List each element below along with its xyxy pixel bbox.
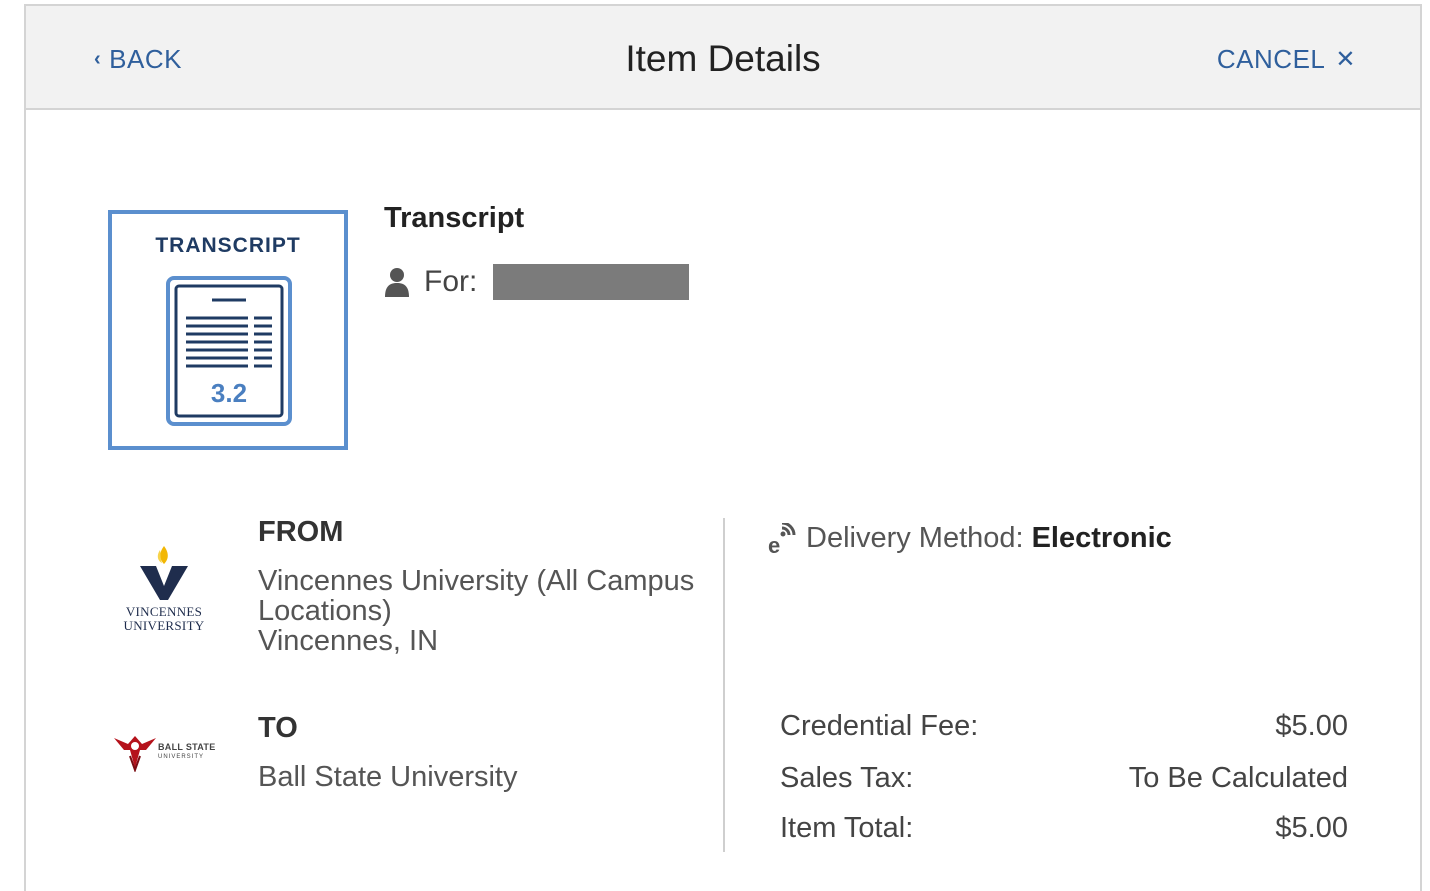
item-details-panel: ‹ BACK Item Details CANCEL ✕ TRANSCRIPT … bbox=[24, 4, 1422, 891]
from-heading: FROM bbox=[258, 516, 344, 548]
svg-text:e: e bbox=[768, 533, 780, 555]
vincennes-logo-line2: UNIVERSITY bbox=[123, 618, 205, 633]
delivery-method-value: Electronic bbox=[1031, 522, 1172, 554]
item-total-value: $5.00 bbox=[1275, 812, 1348, 844]
thumbnail-version: 3.2 bbox=[211, 378, 247, 408]
sales-tax-value: To Be Calculated bbox=[1128, 762, 1348, 794]
from-line3: Vincennes, IN bbox=[258, 625, 439, 657]
header-bar: ‹ BACK Item Details CANCEL ✕ bbox=[26, 6, 1420, 110]
for-label: For: bbox=[424, 265, 478, 298]
delivery-method-label: Delivery Method: bbox=[806, 522, 1024, 554]
cancel-label: CANCEL bbox=[1216, 43, 1326, 74]
sales-tax-label: Sales Tax: bbox=[780, 762, 914, 794]
ball-state-logo-line1: BALL STATE bbox=[158, 742, 216, 752]
section-divider bbox=[723, 518, 725, 852]
credential-fee-value: $5.00 bbox=[1275, 710, 1348, 742]
vincennes-flame-logo-icon bbox=[140, 546, 188, 600]
close-icon: ✕ bbox=[1335, 45, 1356, 73]
fee-row-item-total: Item Total: $5.00 bbox=[780, 812, 1348, 845]
for-row: For: bbox=[384, 264, 690, 300]
ball-state-logo-text: BALL STATE UNIVERSITY bbox=[158, 742, 216, 762]
to-name: Ball State University bbox=[258, 761, 518, 793]
from-line1: Vincennes University (All Campus bbox=[258, 565, 695, 597]
fee-row-sales-tax: Sales Tax: To Be Calculated bbox=[780, 762, 1348, 795]
fee-row-credential: Credential Fee: $5.00 bbox=[780, 710, 1348, 743]
credential-fee-label: Credential Fee: bbox=[780, 710, 979, 742]
redacted-recipient-name bbox=[493, 264, 690, 300]
document-icon: 3.2 bbox=[166, 276, 292, 426]
ball-state-logo-line2: UNIVERSITY bbox=[158, 754, 205, 760]
cardinal-logo-icon bbox=[114, 736, 156, 773]
from-line2: Locations) bbox=[258, 595, 392, 627]
delivery-method: e Delivery Method: Electronic bbox=[768, 522, 1172, 555]
item-total-label: Item Total: bbox=[780, 812, 914, 844]
electronic-delivery-icon: e bbox=[768, 522, 796, 555]
item-name: Transcript bbox=[384, 202, 525, 234]
page-title: Item Details bbox=[625, 38, 821, 79]
cancel-button[interactable]: CANCEL ✕ bbox=[1217, 42, 1356, 76]
thumbnail-label: TRANSCRIPT bbox=[155, 234, 301, 257]
user-icon bbox=[385, 268, 409, 297]
transcript-thumbnail: TRANSCRIPT 3.2 bbox=[108, 210, 348, 450]
ball-state-logo: BALL STATE UNIVERSITY bbox=[112, 732, 222, 776]
vincennes-university-logo: VINCENNES UNIVERSITY bbox=[114, 544, 214, 636]
to-heading: TO bbox=[258, 712, 298, 744]
